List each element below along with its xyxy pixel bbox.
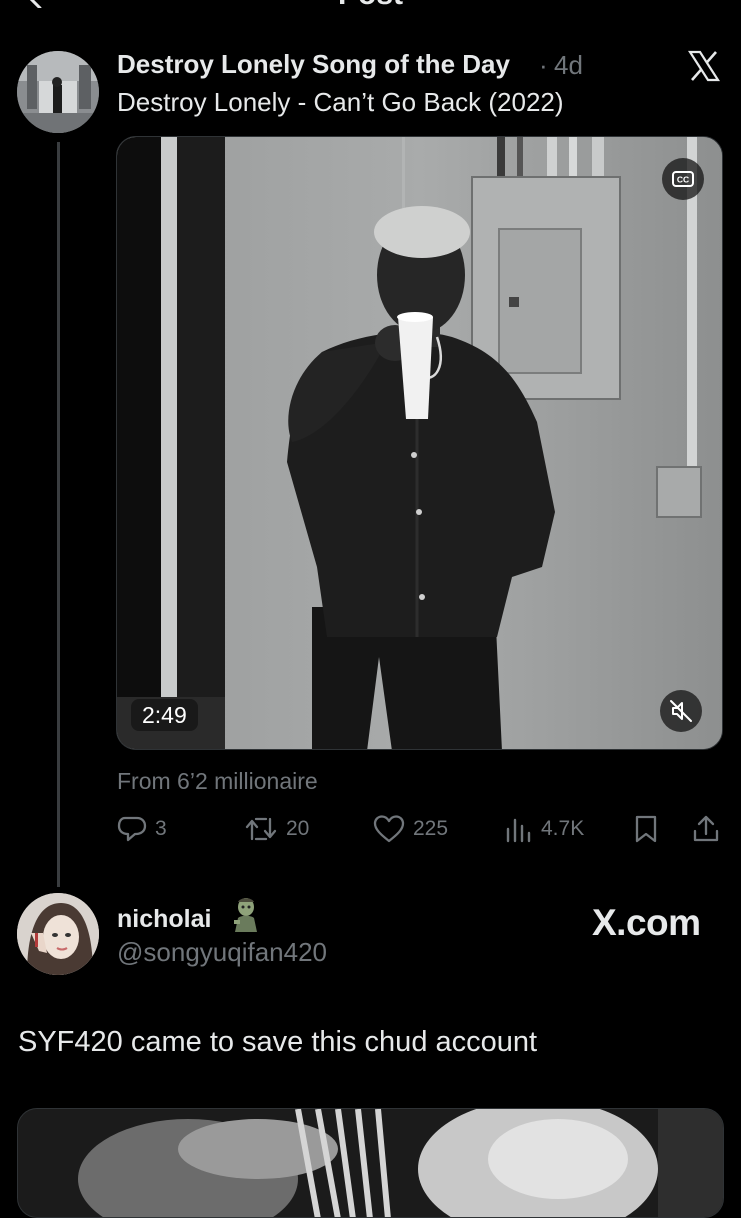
- reply-count: 3: [155, 817, 167, 840]
- video-player[interactable]: [17, 1108, 724, 1218]
- repost-icon: [245, 817, 277, 841]
- repost-count: 20: [286, 817, 310, 840]
- svg-text:CC: CC: [677, 175, 689, 185]
- post-timestamp[interactable]: 4d: [554, 50, 583, 81]
- source-attribution[interactable]: From 6’2 millionaire: [117, 768, 318, 795]
- avatar[interactable]: [17, 893, 99, 975]
- more-horizontal-icon[interactable]: [668, 0, 708, 2]
- bookmark-button[interactable]: [633, 812, 659, 846]
- share-icon: [693, 815, 719, 842]
- author-name[interactable]: Destroy Lonely Song of the Day: [117, 49, 510, 80]
- like-count: 225: [413, 817, 449, 840]
- author-name[interactable]: nicholai: [117, 905, 211, 934]
- bookmark-icon: [635, 815, 657, 843]
- post-text: Destroy Lonely - Can’t Go Back (2022): [117, 87, 564, 117]
- video-frame: [117, 137, 722, 749]
- author-handle[interactable]: @songyuqifan420: [117, 937, 327, 968]
- zombie-emoji-icon: [234, 898, 257, 932]
- repost-button[interactable]: 20: [244, 812, 309, 846]
- thread-connector: [57, 142, 60, 887]
- views-button[interactable]: 4.7K: [505, 812, 584, 846]
- reply-button[interactable]: 3: [117, 812, 167, 846]
- speaker-muted-icon: [670, 700, 692, 722]
- video-frame: [18, 1109, 723, 1217]
- mute-button[interactable]: [660, 690, 702, 732]
- closed-captions-icon: CC: [672, 171, 694, 187]
- page-title: Post: [0, 0, 741, 12]
- video-player[interactable]: [116, 136, 723, 750]
- x-logo-icon: [687, 50, 721, 82]
- meta-separator: ·: [539, 50, 548, 80]
- like-button[interactable]: 225: [373, 812, 448, 846]
- reply-icon: [117, 816, 147, 842]
- heart-icon: [373, 815, 405, 843]
- view-count: 4.7K: [541, 817, 585, 840]
- views-icon: [506, 818, 531, 843]
- share-button[interactable]: [692, 812, 720, 846]
- avatar[interactable]: [17, 51, 99, 133]
- xcom-watermark: X.com: [592, 902, 701, 943]
- post-text: SYF420 came to save this chud account: [18, 1026, 538, 1058]
- captions-button[interactable]: CC: [662, 158, 704, 200]
- video-duration: 2:49: [131, 699, 198, 731]
